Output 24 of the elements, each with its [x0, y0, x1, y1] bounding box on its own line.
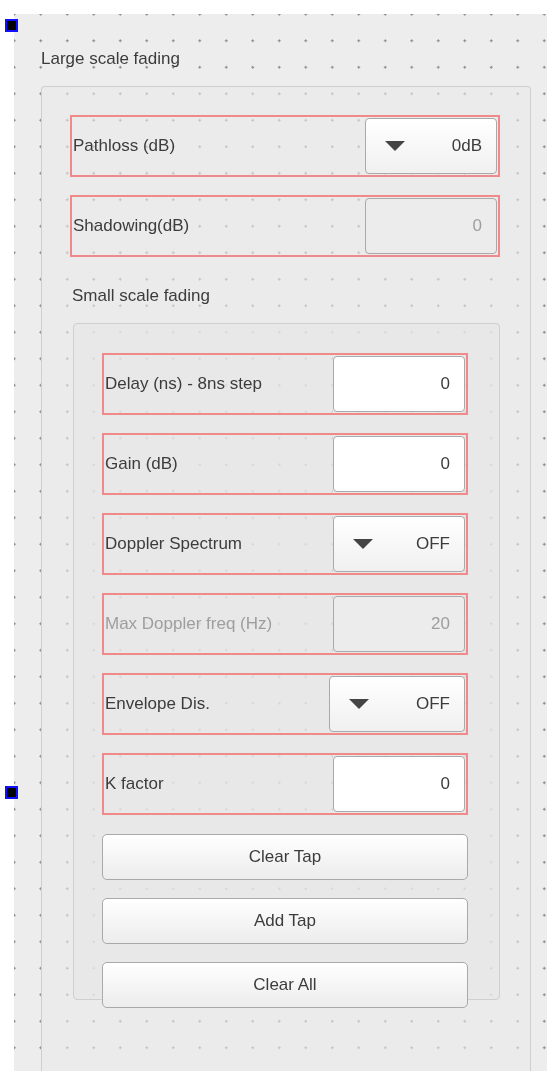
dropdown[interactable]: OFF	[328, 676, 465, 732]
field-label: Delay (ns) - 8ns step	[104, 373, 262, 396]
number-field[interactable]: 0	[333, 756, 465, 812]
push-button[interactable]: Clear All	[102, 962, 468, 1008]
push-button[interactable]: Clear Tap	[102, 834, 468, 880]
dropdown[interactable]: 0dB	[365, 118, 497, 174]
field-label: Max Doppler freq (Hz)	[104, 613, 273, 636]
field-label: Envelope Dis.	[104, 693, 210, 716]
field-label: Gain (dB)	[104, 453, 178, 476]
selection-handle[interactable]	[5, 19, 18, 32]
dropdown[interactable]: OFF	[333, 516, 465, 572]
group-title: Large scale fading	[41, 48, 181, 70]
selection-handle[interactable]	[5, 786, 18, 799]
field-label: Shadowing(dB)	[72, 215, 190, 238]
field-label: Doppler Spectrum	[104, 533, 242, 556]
caret-icon	[353, 539, 373, 549]
number-field[interactable]: 0	[333, 436, 465, 492]
push-button[interactable]: Add Tap	[102, 898, 468, 944]
field-label: K factor	[104, 773, 164, 796]
group-title: Small scale fading	[72, 285, 211, 307]
caret-icon	[385, 141, 405, 151]
field-label: Pathloss (dB)	[72, 135, 176, 158]
caret-icon	[348, 699, 369, 709]
number-field[interactable]: 0	[333, 356, 465, 412]
